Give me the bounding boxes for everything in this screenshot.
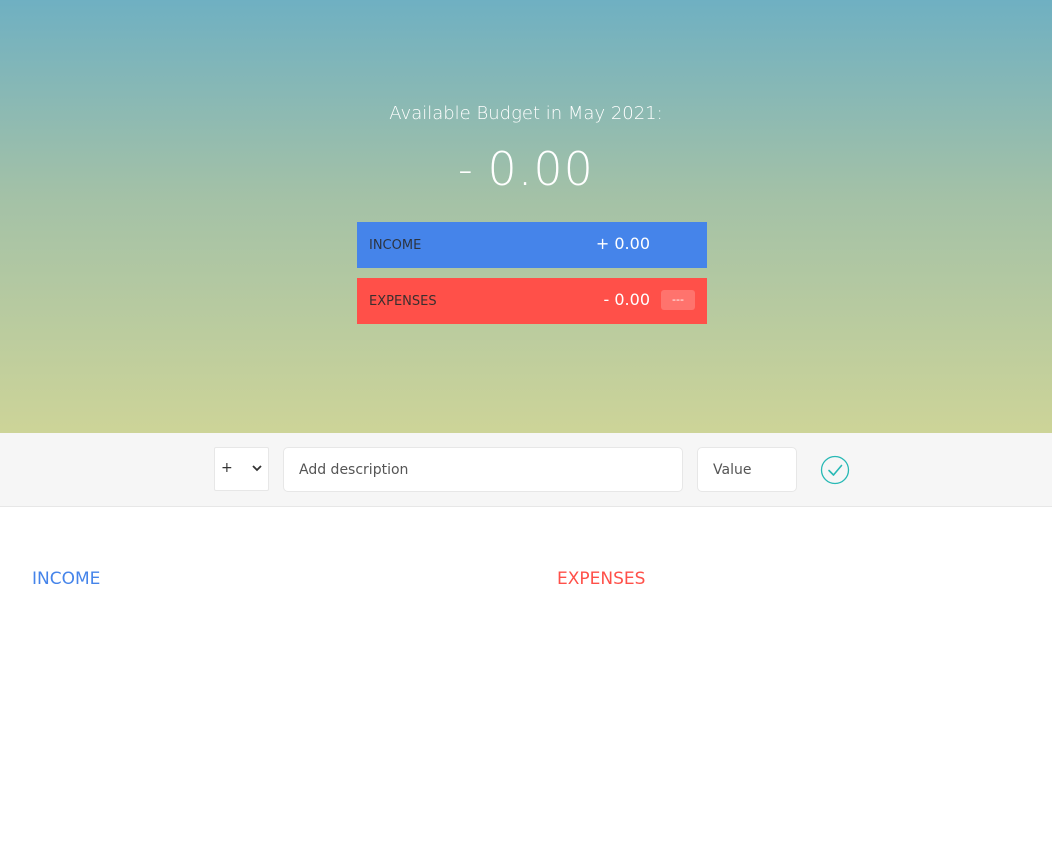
budget-amount: 0.00 <box>487 142 594 196</box>
budget-sign: - <box>458 147 474 193</box>
expenses-list-title: EXPENSES <box>557 569 646 589</box>
type-select-value: + <box>221 460 233 476</box>
budget-value: -0.00 <box>0 142 1052 196</box>
description-input[interactable] <box>283 447 683 492</box>
expenses-percentage-badge: --- <box>661 290 695 310</box>
value-input[interactable] <box>697 447 797 492</box>
expenses-summary-label: EXPENSES <box>369 294 437 309</box>
chevron-down-icon <box>252 465 262 472</box>
add-item-bar: + <box>0 433 1052 507</box>
type-select[interactable]: + <box>214 447 269 491</box>
expenses-summary-value: - 0.00 <box>603 290 650 309</box>
income-summary: INCOME + 0.00 <box>357 222 707 268</box>
checkmark-circle-icon[interactable] <box>820 455 850 485</box>
income-summary-value: + 0.00 <box>595 234 650 253</box>
budget-header: Available Budget in May 2021: -0.00 INCO… <box>0 0 1052 433</box>
expenses-summary: EXPENSES - 0.00 --- <box>357 278 707 324</box>
budget-title: Available Budget in May 2021: <box>389 103 663 124</box>
income-summary-label: INCOME <box>369 238 422 253</box>
income-list-title: INCOME <box>32 569 101 589</box>
